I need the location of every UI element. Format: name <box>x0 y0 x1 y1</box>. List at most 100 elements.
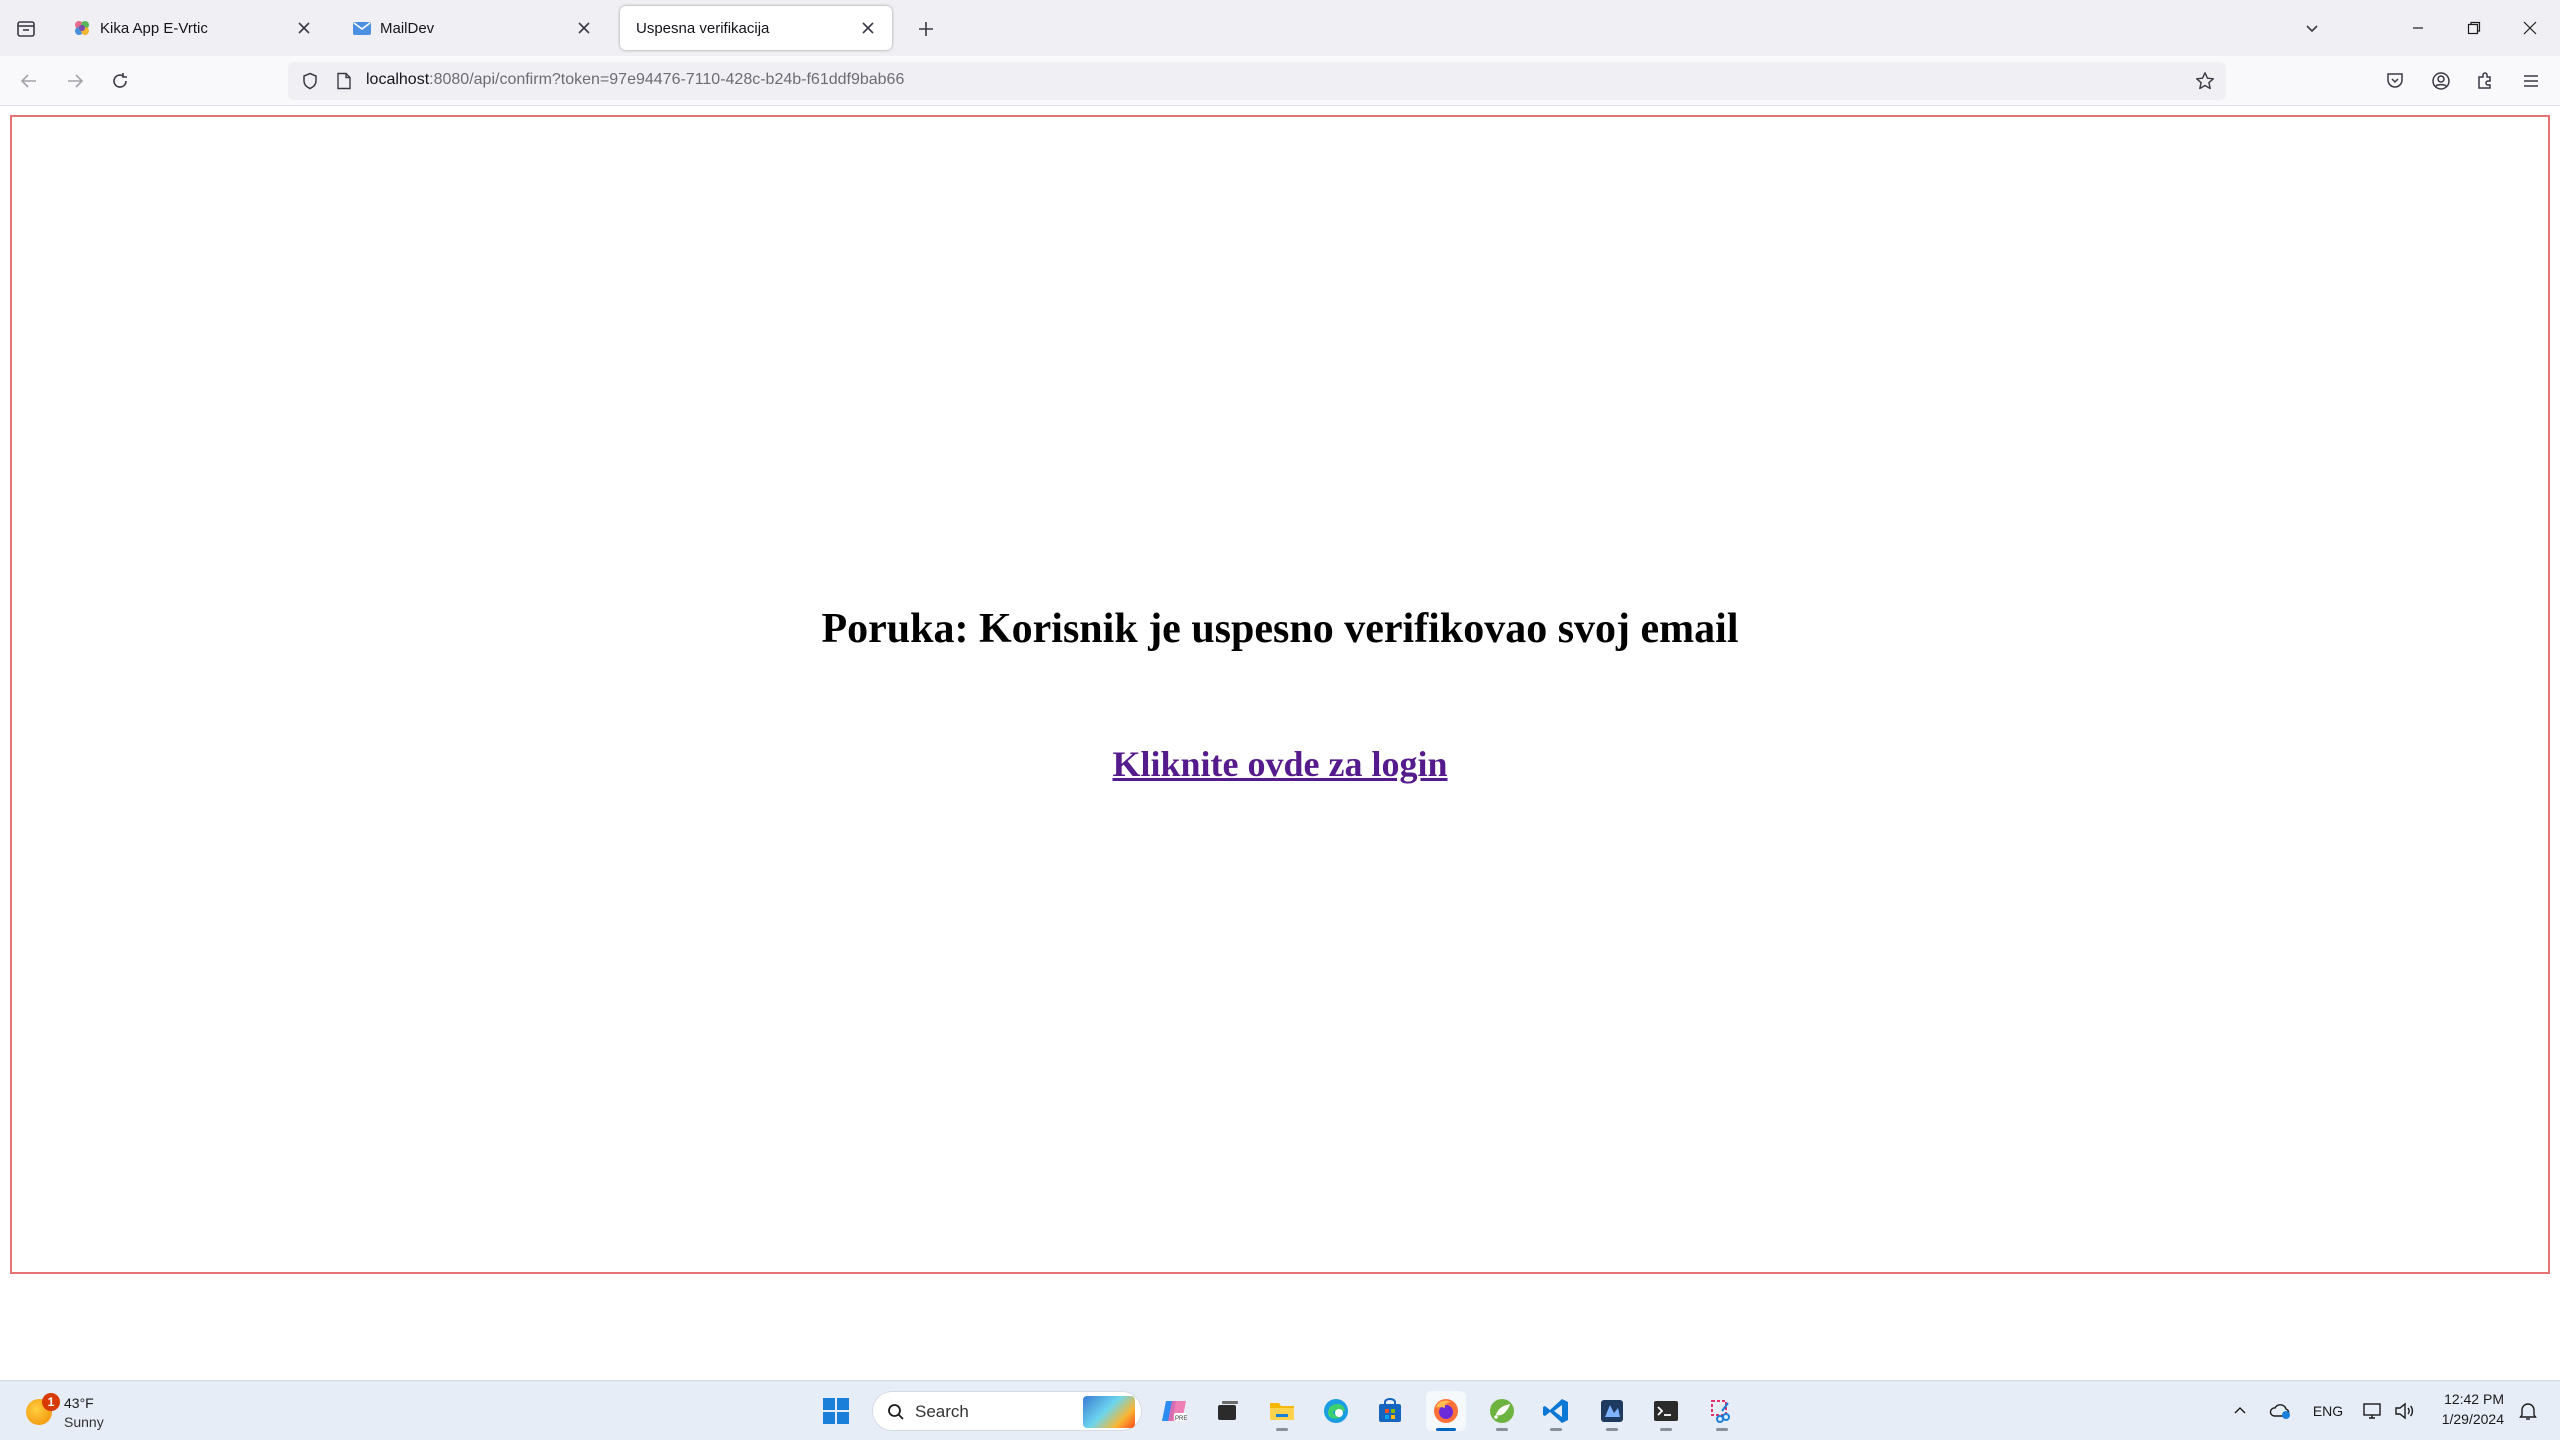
search-label: Search <box>915 1402 969 1421</box>
reload-icon <box>113 73 127 88</box>
arrow-right-icon <box>68 74 84 88</box>
mail-favicon-icon <box>352 18 372 38</box>
minimize-icon <box>2413 27 2423 29</box>
terminal-button[interactable] <box>1646 1391 1686 1431</box>
close-window-button[interactable] <box>2508 8 2552 48</box>
clock-time: 12:42 PM <box>2444 1391 2504 1407</box>
spring-tools-button[interactable] <box>1482 1391 1522 1431</box>
url-bar[interactable]: localhost:8080/api/confirm?token=97e9447… <box>288 62 2226 100</box>
tab-kika-app[interactable]: Kika App E-Vrtic <box>56 6 328 50</box>
reload-button[interactable] <box>103 64 137 98</box>
weather-condition: Sunny <box>64 1414 104 1430</box>
volume-button[interactable] <box>2390 1391 2418 1431</box>
cloud-sync-icon <box>2269 1404 2290 1419</box>
running-indicator <box>1550 1428 1562 1431</box>
edge-icon <box>1324 1399 1348 1423</box>
firefox-view-button[interactable] <box>10 13 42 45</box>
tab-maildev[interactable]: MailDev <box>336 6 608 50</box>
firefox-view-icon <box>17 21 35 37</box>
back-button[interactable] <box>12 64 46 98</box>
tracking-protection-icon[interactable] <box>298 69 322 93</box>
pocket-button[interactable] <box>2378 64 2412 98</box>
restore-icon <box>2467 21 2481 35</box>
tab-title: Kika App E-Vrtic <box>100 19 208 37</box>
folder-icon <box>1270 1403 1294 1420</box>
running-indicator <box>1496 1428 1508 1431</box>
copilot-button[interactable]: PRE <box>1154 1391 1194 1431</box>
chevron-down-icon <box>2306 25 2318 33</box>
network-button[interactable] <box>2358 1391 2386 1431</box>
firefox-icon <box>1434 1399 1458 1423</box>
page-content: Poruka: Korisnik je uspesno verifikovao … <box>0 107 2560 1380</box>
tab-title: Uspesna verifikacija <box>636 19 770 37</box>
store-button[interactable] <box>1370 1391 1410 1431</box>
tab-strip: Kika App E-Vrtic MailDev Uspesna verifik… <box>0 0 2560 56</box>
app-button[interactable] <box>1592 1391 1632 1431</box>
spring-icon <box>1490 1399 1514 1423</box>
notification-badge: 1 <box>42 1393 60 1411</box>
speaker-icon <box>2395 1402 2414 1420</box>
close-icon <box>2523 21 2537 35</box>
edge-button[interactable] <box>1316 1391 1356 1431</box>
login-link[interactable]: Kliknite ovde za login <box>1112 744 1447 784</box>
close-tab-icon[interactable] <box>292 16 316 40</box>
account-button[interactable] <box>2424 64 2458 98</box>
menu-button[interactable] <box>2514 64 2548 98</box>
pocket-icon <box>2387 73 2403 88</box>
app-icon <box>1601 1400 1623 1422</box>
arrow-left-icon <box>20 74 36 88</box>
copilot-icon: PRE <box>1162 1401 1187 1422</box>
clock[interactable]: 12:42 PM 1/29/2024 <box>2424 1389 2504 1429</box>
store-icon <box>1379 1398 1401 1422</box>
plus-icon <box>919 22 933 36</box>
extensions-button[interactable] <box>2468 64 2502 98</box>
tab-title: MailDev <box>380 19 435 37</box>
vscode-icon <box>1543 1399 1568 1423</box>
task-view-button[interactable] <box>1208 1391 1248 1431</box>
onedrive-tray-button[interactable] <box>2266 1391 2296 1431</box>
puzzle-icon <box>2478 72 2491 89</box>
snipping-icon <box>1711 1400 1730 1423</box>
content-frame: Poruka: Korisnik je uspesno verifikovao … <box>10 115 2550 1274</box>
search-icon <box>885 1401 907 1423</box>
navigation-bar: localhost:8080/api/confirm?token=97e9447… <box>0 56 2560 106</box>
running-indicator <box>1716 1428 1728 1431</box>
close-tab-icon[interactable] <box>572 16 596 40</box>
minimize-button[interactable] <box>2396 8 2440 48</box>
terminal-icon <box>1654 1401 1678 1421</box>
active-indicator <box>1436 1428 1456 1431</box>
weather-temperature: 43°F <box>64 1395 94 1411</box>
notifications-button[interactable] <box>2514 1391 2542 1431</box>
list-all-tabs-button[interactable] <box>2296 12 2328 44</box>
flower-favicon-icon <box>72 18 92 38</box>
url-host: localhost <box>366 71 430 88</box>
start-button[interactable] <box>816 1391 856 1431</box>
show-hidden-icons-button[interactable] <box>2226 1391 2254 1431</box>
snipping-tool-button[interactable] <box>1702 1391 1742 1431</box>
url-text[interactable]: localhost:8080/api/confirm?token=97e9447… <box>366 71 904 89</box>
url-path: :8080/api/confirm?token=97e94476-7110-42… <box>429 71 905 88</box>
firefox-button[interactable] <box>1426 1391 1466 1431</box>
weather-widget[interactable]: 1 43°F Sunny <box>22 1389 162 1433</box>
hamburger-menu-icon <box>2524 75 2538 87</box>
running-indicator <box>1606 1428 1618 1431</box>
clock-date: 1/29/2024 <box>2441 1411 2504 1427</box>
bell-icon <box>2519 1403 2537 1420</box>
page-info-icon[interactable] <box>332 69 356 93</box>
language-indicator[interactable]: ENG <box>2308 1391 2348 1431</box>
svg-text:PRE: PRE <box>1175 1416 1187 1422</box>
close-tab-icon[interactable] <box>856 16 880 40</box>
windows-start-icon <box>823 1398 849 1424</box>
taskbar: 1 43°F Sunny Search PRE ENG 12:42 PM 1/2… <box>0 1380 2560 1440</box>
vscode-button[interactable] <box>1536 1391 1576 1431</box>
file-explorer-button[interactable] <box>1262 1391 1302 1431</box>
taskbar-search[interactable]: Search <box>872 1391 1142 1431</box>
account-icon <box>2432 72 2450 90</box>
verification-message: Poruka: Korisnik je uspesno verifikovao … <box>821 606 1739 652</box>
bookmark-star-icon[interactable] <box>2190 66 2220 96</box>
forward-button[interactable] <box>58 64 92 98</box>
restore-button[interactable] <box>2452 8 2496 48</box>
new-tab-button[interactable] <box>910 13 942 45</box>
search-highlight-image <box>1083 1396 1135 1428</box>
tab-uspesna-verifikacija[interactable]: Uspesna verifikacija <box>620 6 892 50</box>
